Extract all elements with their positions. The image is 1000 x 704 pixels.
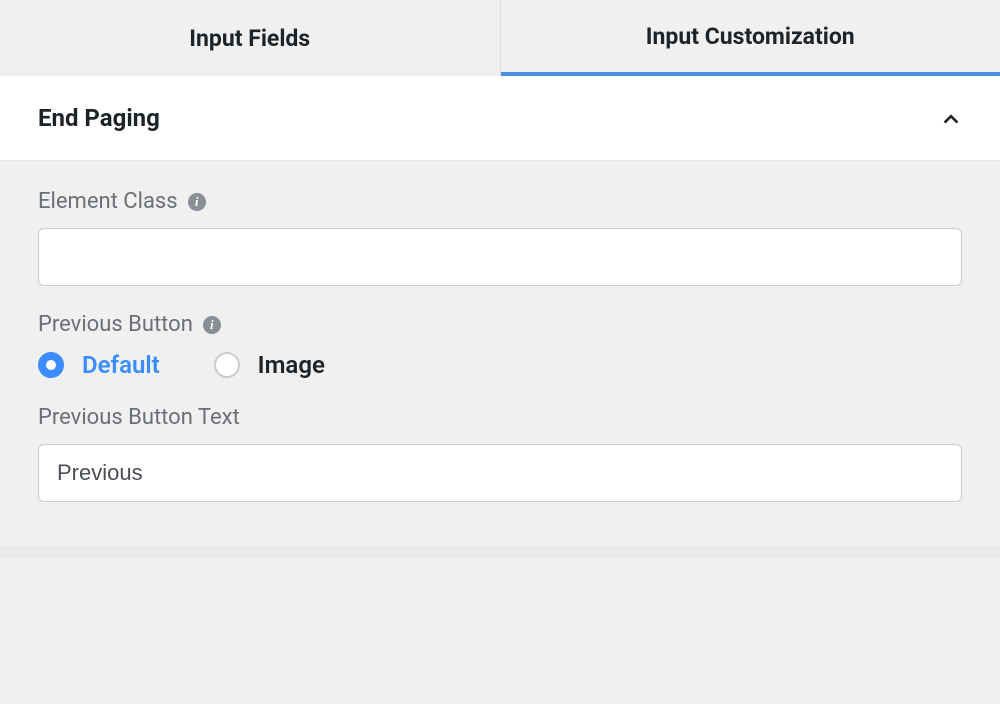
field-label: Previous Button i bbox=[38, 312, 962, 337]
tab-input-customization[interactable]: Input Customization bbox=[501, 0, 1000, 76]
section-header[interactable]: End Paging bbox=[0, 76, 1000, 161]
label-text: Element Class bbox=[38, 189, 178, 214]
field-previous-button: Previous Button i Default Image bbox=[38, 312, 962, 379]
field-element-class: Element Class i bbox=[38, 189, 962, 286]
radio-indicator bbox=[214, 352, 240, 378]
radio-indicator bbox=[38, 352, 64, 378]
radio-label: Image bbox=[258, 351, 325, 379]
section-title: End Paging bbox=[38, 104, 160, 132]
radio-default[interactable]: Default bbox=[38, 351, 160, 379]
info-icon[interactable]: i bbox=[188, 193, 206, 211]
field-previous-button-text: Previous Button Text bbox=[38, 405, 962, 502]
panel-body: Element Class i Previous Button i Defaul… bbox=[0, 161, 1000, 542]
tab-label: Input Customization bbox=[646, 23, 855, 50]
divider bbox=[0, 546, 1000, 558]
tab-label: Input Fields bbox=[189, 25, 310, 52]
label-text: Previous Button Text bbox=[38, 405, 240, 430]
tab-input-fields[interactable]: Input Fields bbox=[0, 0, 501, 76]
radio-group: Default Image bbox=[38, 351, 962, 379]
chevron-up-icon[interactable] bbox=[940, 107, 962, 129]
element-class-input[interactable] bbox=[38, 228, 962, 286]
label-text: Previous Button bbox=[38, 312, 193, 337]
info-icon[interactable]: i bbox=[203, 316, 221, 334]
tabs-container: Input Fields Input Customization bbox=[0, 0, 1000, 76]
previous-button-text-input[interactable] bbox=[38, 444, 962, 502]
field-label: Element Class i bbox=[38, 189, 962, 214]
radio-image[interactable]: Image bbox=[214, 351, 325, 379]
field-label: Previous Button Text bbox=[38, 405, 962, 430]
radio-label: Default bbox=[82, 351, 160, 379]
